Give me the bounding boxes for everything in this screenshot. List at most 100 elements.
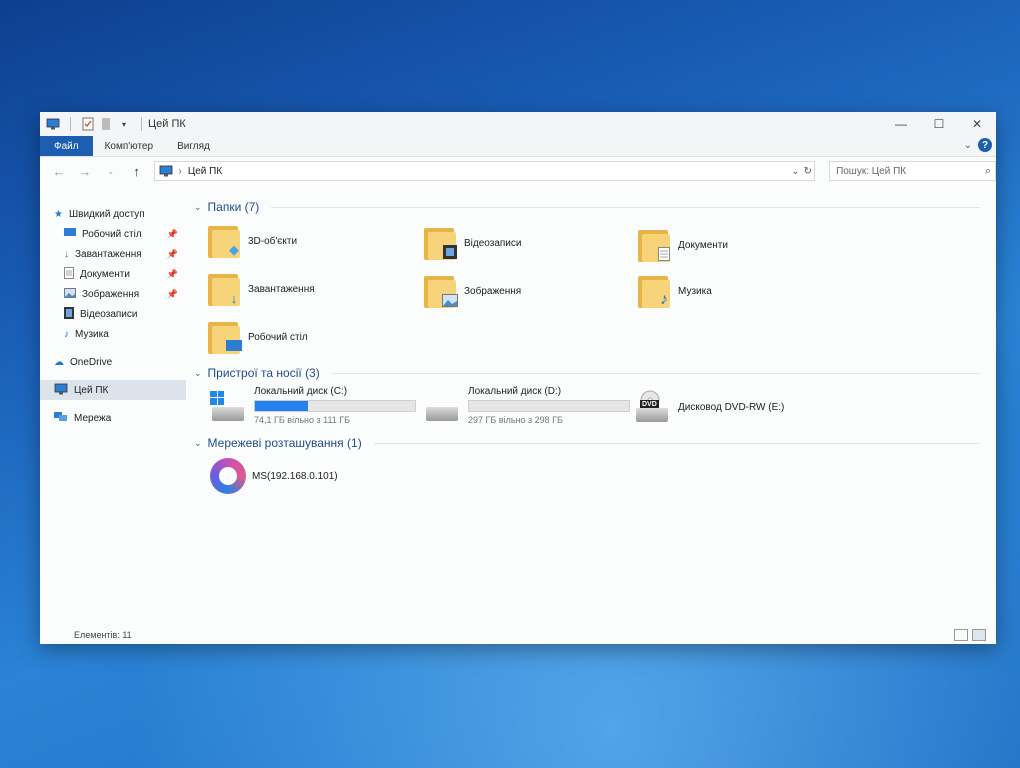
sidebar-item-pictures[interactable]: Зображення 📌 — [40, 284, 186, 304]
item-count: Елементів: 11 — [74, 630, 132, 640]
navigation-pane: ★ Швидкий доступ Робочий стіл 📌 ↓ Завант… — [40, 184, 186, 626]
drive-usage-bar — [468, 400, 630, 412]
folder-tile[interactable]: Документи — [638, 226, 838, 264]
up-arrow-icon[interactable]: ↑ — [128, 164, 146, 179]
help-icon[interactable]: ? — [978, 138, 992, 152]
picture-icon — [442, 292, 458, 308]
drive-name: Дисковод DVD-RW (E:) — [678, 401, 785, 413]
folder-icon — [424, 272, 458, 310]
star-icon: ★ — [54, 208, 63, 220]
chevron-down-icon: ⌄ — [194, 201, 202, 212]
sidebar-item-desktop[interactable]: Робочий стіл 📌 — [40, 224, 186, 244]
pin-icon[interactable]: 📌 — [167, 269, 178, 280]
details-view-icon[interactable] — [954, 629, 968, 641]
pin-icon[interactable]: 📌 — [167, 249, 178, 260]
minimize-icon[interactable]: — — [882, 112, 920, 136]
pin-icon[interactable]: 📌 — [167, 229, 178, 240]
drive-name: Локальний диск (C:) — [254, 386, 348, 397]
folder-icon — [638, 226, 672, 264]
new-folder-icon[interactable] — [99, 117, 113, 131]
search-input[interactable]: Пошук: Цей ПК ⌕ — [829, 161, 996, 181]
expand-ribbon-icon[interactable]: ⌄ — [964, 140, 972, 151]
customize-dropdown-icon[interactable]: ▾ — [117, 117, 131, 131]
properties-icon[interactable] — [81, 117, 95, 131]
folder-tile[interactable]: Відеозаписи — [424, 224, 624, 262]
drive-name: Локальний диск (D:) — [468, 386, 562, 397]
maximize-icon[interactable]: ☐ — [920, 112, 958, 136]
group-header-devices[interactable]: ⌄ Пристрої та носії (3) — [194, 364, 980, 382]
sidebar-item-quick-access[interactable]: ★ Швидкий доступ — [40, 204, 186, 224]
sidebar-item-this-pc[interactable]: Цей ПК — [40, 380, 186, 400]
status-bar: Елементів: 11 — [40, 626, 996, 644]
3d-objects-icon: ◆ — [229, 242, 239, 257]
dvd-drive-icon: DVD — [632, 390, 672, 424]
network-location-name: MS(192.168.0.101) — [252, 470, 338, 482]
folder-name: Робочий стіл — [248, 331, 308, 343]
sidebar-item-label: Відеозаписи — [80, 308, 138, 320]
back-arrow-icon[interactable]: ← — [50, 164, 68, 179]
drive-tile-d[interactable]: Локальний диск (D:) 297 ГБ вільно з 298 … — [422, 386, 642, 425]
folder-tile[interactable]: Робочий стіл — [208, 318, 408, 356]
music-note-icon: ♪ — [660, 291, 668, 308]
sidebar-item-network[interactable]: Мережа — [40, 408, 186, 428]
tab-computer[interactable]: Комп'ютер — [93, 136, 165, 156]
address-bar[interactable]: › Цей ПК ⌄ ↻ — [153, 161, 816, 181]
sidebar-item-videos[interactable]: Відеозаписи — [40, 304, 186, 324]
sidebar-item-label: Робочий стіл — [82, 228, 142, 240]
drive-tile-e[interactable]: DVD Дисковод DVD-RW (E:) — [632, 390, 852, 424]
windows-logo-icon — [210, 390, 224, 405]
folder-tile[interactable]: Зображення — [424, 272, 624, 310]
sidebar-item-label: Швидкий доступ — [68, 208, 145, 220]
folder-icon: ♪ — [638, 272, 672, 310]
separator — [141, 117, 142, 131]
separator — [70, 117, 71, 131]
film-icon — [442, 244, 458, 260]
folder-name: Зображення — [464, 285, 522, 297]
navigation-bar: ← → ⌄ ↑ › Цей ПК ⌄ ↻ Пошук: Цей ПК ⌕ — [40, 157, 996, 185]
computer-icon — [54, 383, 68, 398]
sidebar-item-music[interactable]: ♪ Музика — [40, 324, 186, 344]
chevron-down-icon: ⌄ — [194, 437, 202, 448]
folder-icon: ◆ — [208, 222, 242, 260]
address-path: Цей ПК — [187, 165, 223, 177]
windows-drive-icon — [208, 389, 248, 423]
drive-free-space: 297 ГБ вільно з 298 ГБ — [468, 415, 563, 425]
drive-usage-bar — [254, 400, 416, 412]
search-icon[interactable]: ⌕ — [985, 165, 991, 178]
sidebar-item-onedrive[interactable]: ☁ OneDrive — [40, 352, 186, 372]
refresh-icon[interactable]: ↻ — [804, 166, 812, 177]
folder-tile[interactable]: ♪ Музика — [638, 272, 838, 310]
close-icon[interactable]: ✕ — [958, 112, 996, 136]
group-title: Пристрої та носії (3) — [207, 366, 320, 380]
folder-tile[interactable]: ↓ Завантаження — [208, 270, 408, 308]
folder-tile[interactable]: ◆ 3D-об'єкти — [208, 222, 408, 260]
title-bar: ▾ Цей ПК — ☐ ✕ — [40, 112, 996, 136]
network-share-icon — [210, 458, 246, 494]
download-arrow-icon: ↓ — [230, 290, 238, 306]
sidebar-item-label: Документи — [80, 268, 130, 280]
sidebar-item-label: Завантаження — [75, 248, 142, 260]
sidebar-item-documents[interactable]: Документи 📌 — [40, 264, 186, 284]
group-header-folders[interactable]: ⌄ Папки (7) — [194, 198, 980, 216]
sidebar-item-label: OneDrive — [70, 356, 113, 368]
video-icon — [64, 306, 74, 322]
address-dropdown-icon[interactable]: ⌄ — [791, 166, 799, 177]
pin-icon[interactable]: 📌 — [167, 289, 178, 300]
recent-locations-icon[interactable]: ⌄ — [102, 167, 120, 176]
large-icons-view-icon[interactable] — [972, 629, 986, 641]
computer-icon[interactable] — [46, 117, 60, 131]
folder-name: Музика — [678, 285, 712, 297]
group-header-network[interactable]: ⌄ Мережеві розташування (1) — [194, 434, 980, 452]
tab-file[interactable]: Файл — [40, 136, 93, 156]
sidebar-item-downloads[interactable]: ↓ Завантаження 📌 — [40, 244, 186, 264]
window-title: Цей ПК — [148, 118, 186, 130]
network-location-tile[interactable]: MS(192.168.0.101) — [210, 458, 410, 494]
drive-tile-c[interactable]: Локальний диск (C:) 74,1 ГБ вільно з 111… — [208, 386, 428, 425]
ribbon-tabs: Файл Комп'ютер Вигляд ⌄ ? — [40, 136, 996, 157]
forward-arrow-icon[interactable]: → — [76, 164, 94, 179]
computer-icon — [159, 165, 172, 177]
chevron-down-icon: ⌄ — [194, 367, 202, 378]
breadcrumb-chevron-icon[interactable]: › — [179, 166, 182, 177]
folder-icon — [424, 224, 458, 262]
tab-view[interactable]: Вигляд — [165, 136, 222, 156]
